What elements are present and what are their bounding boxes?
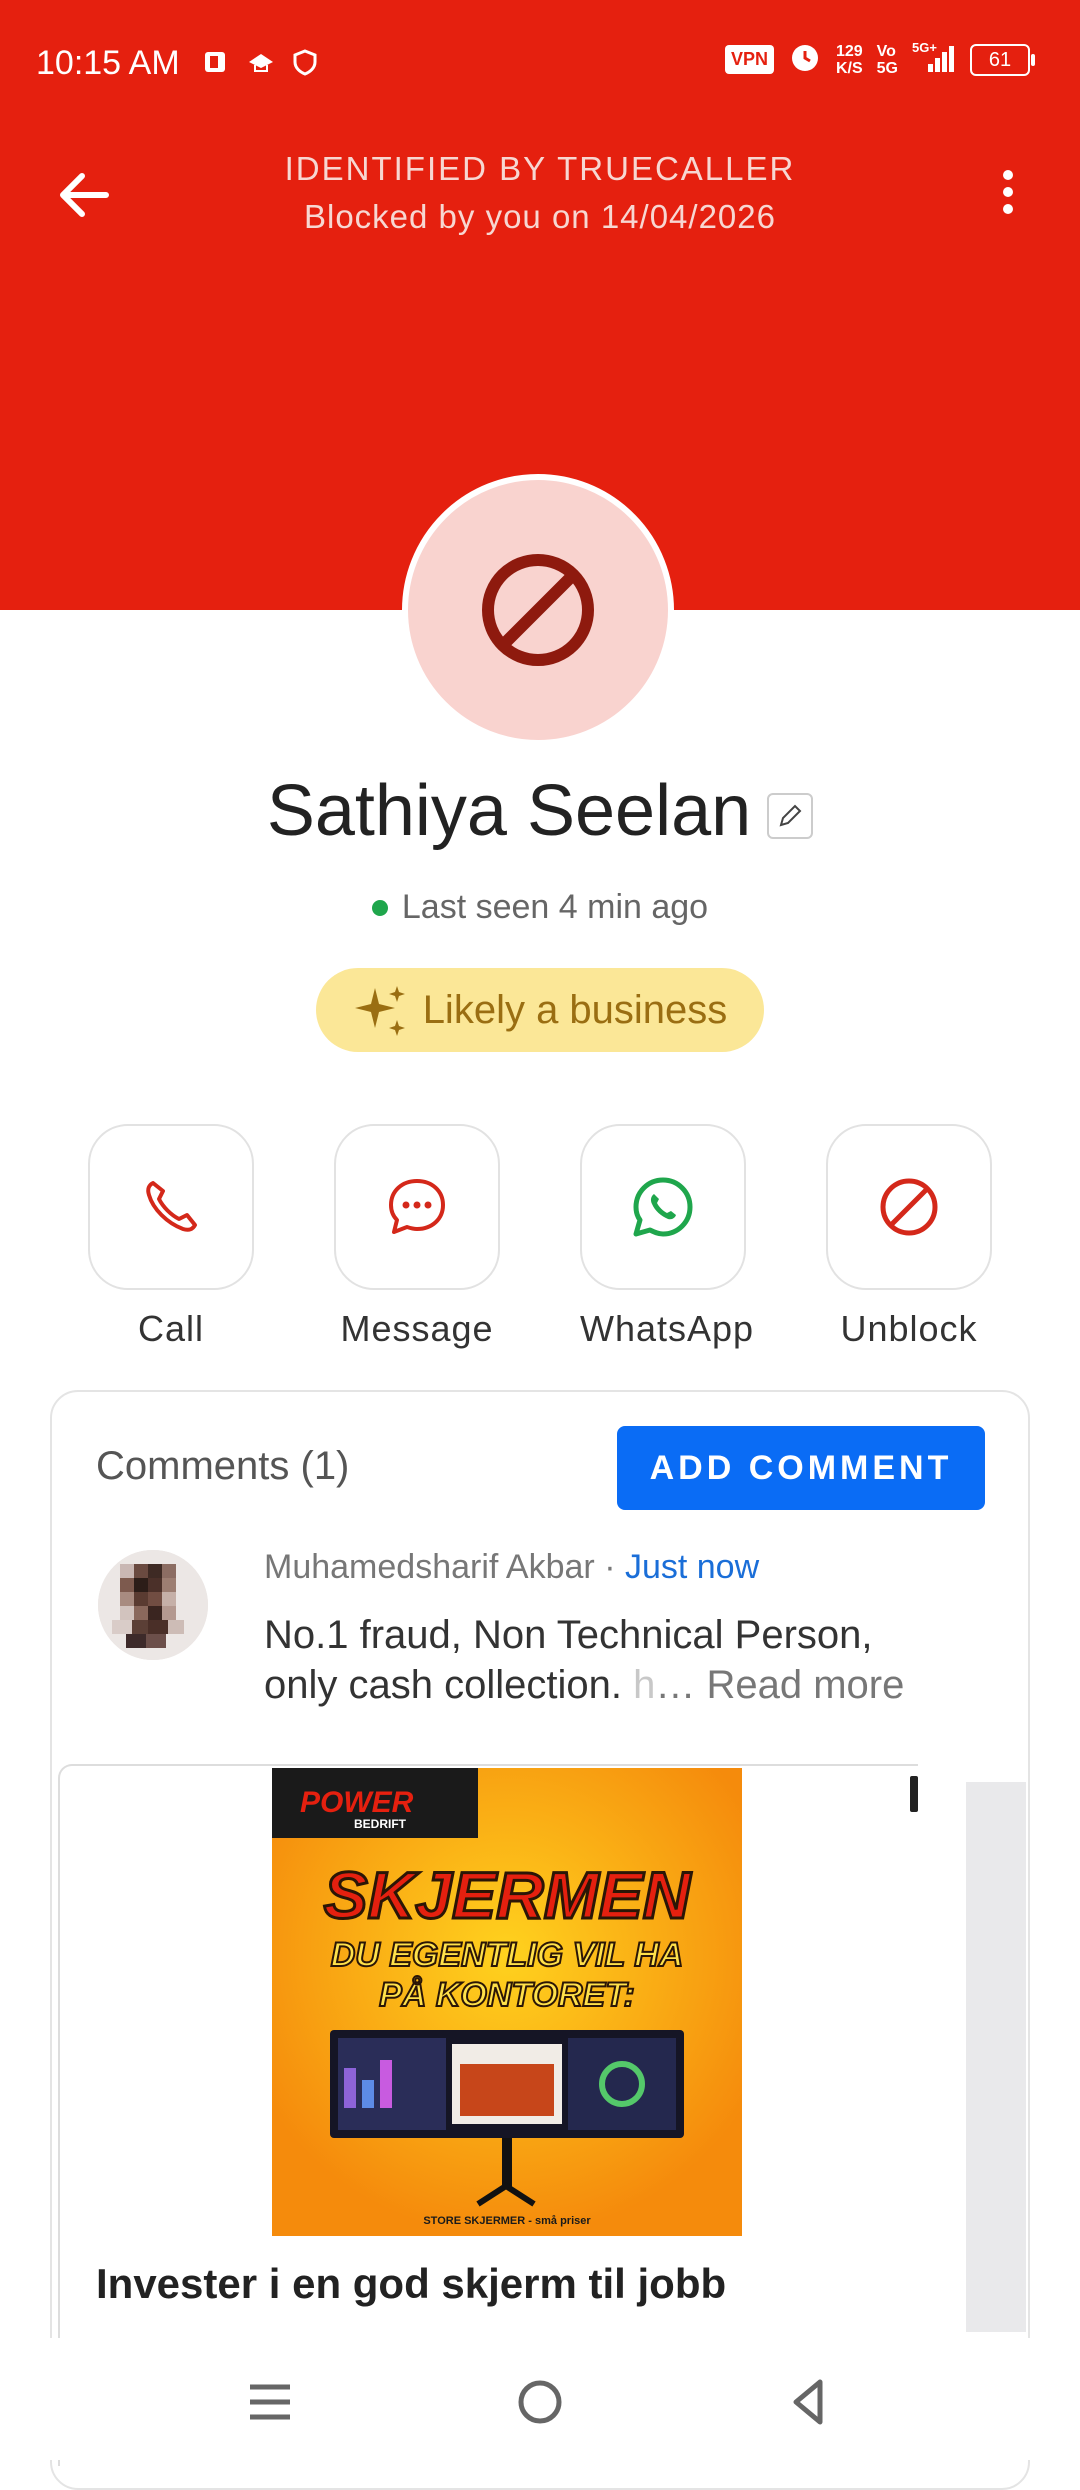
meta-separator: · (604, 1548, 616, 1586)
block-icon (482, 554, 594, 666)
ad-headline[interactable]: Invester i en god skjerm til jobb (96, 2260, 726, 2308)
ad-artwork: POWER BEDRIFT SKJERMEN DU EGENTLIG VIL H… (272, 1768, 742, 2236)
online-dot-icon (371, 899, 388, 916)
system-status-icons: VPN 129 K/S Vo 5G 5G+ 61 (724, 40, 1080, 79)
alarm-icon (788, 40, 822, 79)
comments-title: Comments (1) (96, 1444, 350, 1488)
whatsapp-action[interactable]: WhatsApp (580, 1124, 755, 1350)
comment-time: Just now (624, 1548, 760, 1586)
call-label: Call (137, 1308, 204, 1349)
ad-brand-top: POWER (300, 1786, 414, 1819)
svg-text:5G+: 5G+ (912, 40, 937, 55)
whatsapp-button[interactable] (580, 1124, 746, 1290)
more-vertical-icon (1003, 170, 1013, 214)
call-button[interactable] (88, 1124, 254, 1290)
signal-icon: 5G+ (912, 40, 956, 79)
ad-big-text: SKJERMEN (324, 1858, 692, 1932)
shield-notification-icon (290, 48, 320, 76)
status-time: 10:15 AM (36, 44, 180, 82)
pixelated-profile-photo (98, 1550, 208, 1660)
block-icon (880, 1178, 938, 1236)
comment-text: No.1 fraud, Non Technical Person, only c… (264, 1610, 964, 1710)
message-button[interactable] (334, 1124, 500, 1290)
call-action[interactable]: Call (88, 1124, 254, 1350)
carousel-next-peek[interactable] (966, 1782, 1026, 2332)
message-label: Message (340, 1308, 494, 1349)
contact-avatar (402, 474, 674, 746)
comment-author[interactable]: Muhamedsharif Akbar (264, 1548, 595, 1586)
phone-icon (146, 1181, 197, 1232)
ad-sub-text-1: DU EGENTLIG VIL HA (331, 1936, 684, 1974)
app-notification-icon (202, 48, 232, 76)
ad-sub-text-2: PÅ KONTORET: (379, 1976, 635, 2014)
vpn-badge: VPN (724, 45, 774, 74)
unblock-action[interactable]: Unblock (826, 1124, 992, 1350)
ad-brand-bottom: BEDRIFT (354, 1817, 407, 1831)
recent-apps-button[interactable] (240, 2372, 300, 2432)
back-nav-button[interactable] (780, 2372, 840, 2432)
chat-bubble-icon (389, 1179, 445, 1234)
last-seen-row: Last seen 4 min ago (0, 888, 1080, 927)
business-badge: Likely a business (316, 968, 764, 1052)
pencil-icon (779, 804, 802, 827)
business-badge-label: Likely a business (422, 987, 728, 1032)
battery-indicator: 61 (970, 43, 1035, 76)
identified-label: IDENTIFIED BY TRUECALLER (284, 150, 796, 187)
blocked-date: Blocked by you on 14/04/2026 (303, 198, 776, 235)
comment-meta: Muhamedsharif Akbar · Just now (264, 1548, 759, 1587)
more-options-button[interactable] (985, 160, 1035, 230)
volte-indicator: Vo 5G (876, 42, 898, 77)
message-action[interactable]: Message (334, 1124, 500, 1350)
net-speed: 129 K/S (835, 42, 863, 77)
commenter-avatar[interactable] (98, 1550, 208, 1660)
sparkle-icon (354, 986, 405, 1036)
unblock-button[interactable] (826, 1124, 992, 1290)
ad-image[interactable]: POWER BEDRIFT SKJERMEN DU EGENTLIG VIL H… (272, 1768, 742, 2236)
name-row: Sathiya Seelan (0, 770, 1080, 852)
last-seen-text: Last seen 4 min ago (401, 888, 709, 926)
ad-footer-text: STORE SKJERMER - små priser (423, 2215, 591, 2227)
unblock-label: Unblock (840, 1308, 978, 1349)
triangle-back-icon (793, 2379, 823, 2425)
contact-name: Sathiya Seelan (266, 771, 752, 851)
status-bar: 10:15 AM VPN 129 K/S Vo 5G 5G+ 61 (0, 0, 1080, 130)
add-comment-button[interactable]: ADD COMMENT (617, 1426, 985, 1510)
ad-info-icon[interactable] (910, 1776, 918, 1812)
comment-line-2: only cash collection. h… Read more (264, 1663, 905, 1707)
circle-home-icon (518, 2380, 562, 2424)
menu-lines-icon (250, 2384, 290, 2420)
home-button[interactable] (510, 2372, 570, 2432)
read-more-link[interactable]: Read more (706, 1663, 904, 1707)
whatsapp-icon (633, 1177, 693, 1237)
edit-name-button[interactable] (767, 793, 814, 839)
whatsapp-label: WhatsApp (580, 1308, 755, 1349)
comment-line-1: No.1 fraud, Non Technical Person, (264, 1613, 873, 1657)
hat-notification-icon (246, 48, 276, 76)
notification-icons (202, 48, 320, 76)
